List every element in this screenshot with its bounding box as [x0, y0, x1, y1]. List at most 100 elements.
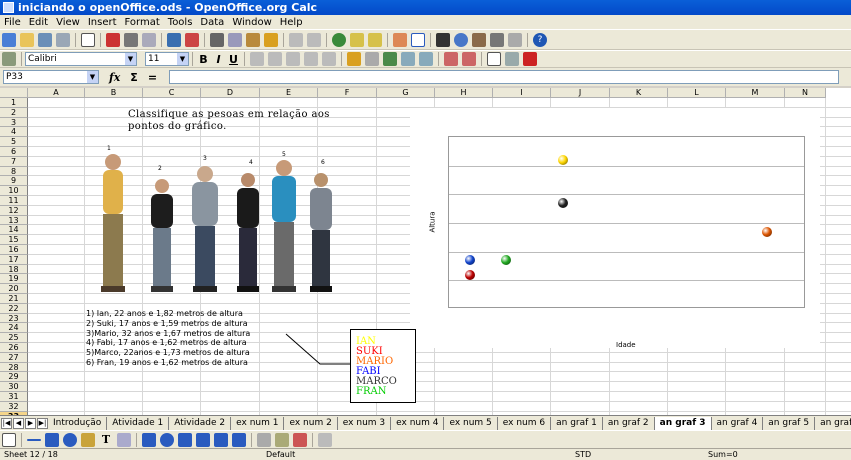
standard-format-icon[interactable] — [383, 52, 397, 66]
stars-icon[interactable] — [232, 432, 246, 447]
font-size-combo[interactable]: 11 ▼ — [145, 52, 189, 66]
autospellcheck-icon[interactable] — [185, 32, 199, 47]
row-header[interactable]: 30 — [0, 382, 28, 392]
ellipse-icon[interactable] — [63, 432, 77, 447]
text-icon[interactable]: T — [99, 433, 113, 447]
gallery-icon[interactable] — [472, 32, 486, 47]
add-decimal-icon[interactable] — [401, 52, 415, 66]
navigator-icon[interactable] — [454, 32, 468, 47]
last-sheet-button[interactable]: ▶| — [37, 417, 48, 429]
fontwork-icon[interactable] — [275, 432, 289, 447]
sheet-tab[interactable]: ex num 3 — [337, 416, 392, 430]
percent-icon[interactable] — [365, 52, 379, 66]
sheet-tab[interactable]: an graf 1 — [551, 416, 603, 430]
row-header[interactable]: 6 — [0, 147, 28, 157]
undo-icon[interactable] — [289, 32, 303, 47]
row-header[interactable]: 4 — [0, 127, 28, 138]
next-sheet-button[interactable]: ▶ — [25, 417, 36, 429]
sheet-tab[interactable]: ex num 6 — [497, 416, 552, 430]
scatter-point[interactable] — [465, 269, 476, 280]
sheet-tab[interactable]: ex num 4 — [391, 416, 445, 430]
scatter-point[interactable] — [465, 255, 476, 266]
column-header[interactable]: E — [260, 88, 318, 98]
menu-tools[interactable]: Tools — [164, 17, 197, 28]
block-arrows-icon[interactable] — [178, 432, 192, 447]
delete-decimal-icon[interactable] — [419, 52, 433, 66]
line-icon[interactable] — [27, 438, 41, 441]
new-document-icon[interactable] — [2, 32, 16, 47]
column-header[interactable]: J — [551, 88, 610, 98]
save-icon[interactable] — [38, 32, 52, 47]
help-icon[interactable]: ? — [533, 32, 547, 47]
column-header[interactable]: G — [377, 88, 435, 98]
points-icon[interactable] — [257, 432, 271, 447]
row-header[interactable]: 1 — [0, 98, 28, 108]
scatter-chart[interactable]: Altura Idade — [410, 108, 820, 349]
spellcheck-icon[interactable] — [167, 32, 181, 47]
menu-edit[interactable]: Edit — [25, 17, 52, 28]
sheet-tab[interactable]: ex num 1 — [231, 416, 285, 430]
currency-icon[interactable] — [347, 52, 361, 66]
row-header[interactable]: 16 — [0, 245, 28, 255]
menu-window[interactable]: Window — [228, 17, 275, 28]
sort-descending-icon[interactable] — [368, 32, 382, 47]
row-header[interactable]: 8 — [0, 166, 28, 177]
callout-icon[interactable] — [117, 432, 131, 447]
menu-view[interactable]: View — [52, 17, 84, 28]
zoom-icon[interactable] — [508, 32, 522, 47]
column-header[interactable]: B — [85, 88, 143, 98]
column-header[interactable]: L — [668, 88, 726, 98]
row-header[interactable]: 22 — [0, 303, 28, 314]
symbol-shapes-icon[interactable] — [160, 432, 174, 447]
chart-icon[interactable] — [393, 32, 407, 47]
prev-sheet-button[interactable]: ◀ — [13, 417, 24, 429]
row-header[interactable]: 28 — [0, 362, 28, 373]
scatter-point[interactable] — [501, 255, 512, 266]
sheet-tab[interactable]: an graf 5 — [763, 416, 816, 430]
font-name-combo[interactable]: Calibri ▼ — [25, 52, 137, 66]
row-header[interactable]: 14 — [0, 225, 28, 236]
column-header[interactable]: N — [785, 88, 826, 98]
row-header[interactable]: 26 — [0, 343, 28, 353]
row-header[interactable]: 9 — [0, 176, 28, 187]
row-header[interactable]: 21 — [0, 294, 28, 304]
align-center-icon[interactable] — [268, 52, 282, 66]
styles-icon[interactable] — [2, 52, 16, 66]
column-header[interactable]: H — [435, 88, 493, 98]
font-color-icon[interactable] — [523, 52, 537, 66]
row-header[interactable]: 18 — [0, 264, 28, 275]
chevron-down-icon[interactable]: ▼ — [87, 71, 98, 83]
open-folder-icon[interactable] — [20, 32, 34, 47]
formula-input[interactable] — [169, 70, 840, 84]
email-icon[interactable] — [56, 32, 70, 47]
data-sources-icon[interactable] — [490, 32, 504, 47]
decrease-indent-icon[interactable] — [444, 52, 458, 66]
row-header[interactable]: 27 — [0, 352, 28, 363]
chevron-down-icon[interactable]: ▼ — [125, 53, 136, 65]
menu-help[interactable]: Help — [276, 17, 307, 28]
row-header[interactable]: 23 — [0, 313, 28, 324]
merge-cells-icon[interactable] — [322, 52, 336, 66]
align-left-icon[interactable] — [250, 52, 264, 66]
basic-shapes-icon[interactable] — [142, 432, 156, 447]
sheet-tab[interactable]: an graf 3 — [654, 416, 712, 430]
column-header[interactable]: A — [28, 88, 85, 98]
row-header[interactable]: 7 — [0, 156, 28, 167]
sheet-tab[interactable]: Atividade 1 — [107, 416, 170, 430]
function-button[interactable]: = — [148, 71, 157, 84]
row-header[interactable]: 19 — [0, 274, 28, 285]
menu-data[interactable]: Data — [196, 17, 228, 28]
sheet-tab[interactable]: ex num 2 — [284, 416, 338, 430]
row-header[interactable]: 11 — [0, 196, 28, 206]
scatter-point[interactable] — [558, 154, 569, 165]
row-header[interactable]: 5 — [0, 137, 28, 147]
row-header[interactable]: 32 — [0, 401, 28, 412]
paste-icon[interactable] — [246, 32, 260, 47]
rectangle-icon[interactable] — [45, 432, 59, 447]
menu-format[interactable]: Format — [121, 17, 164, 28]
column-header[interactable]: D — [201, 88, 260, 98]
row-header[interactable]: 13 — [0, 215, 28, 226]
from-file-icon[interactable] — [293, 432, 307, 447]
page-preview-icon[interactable] — [142, 32, 156, 47]
hyperlink-icon[interactable] — [332, 32, 346, 47]
